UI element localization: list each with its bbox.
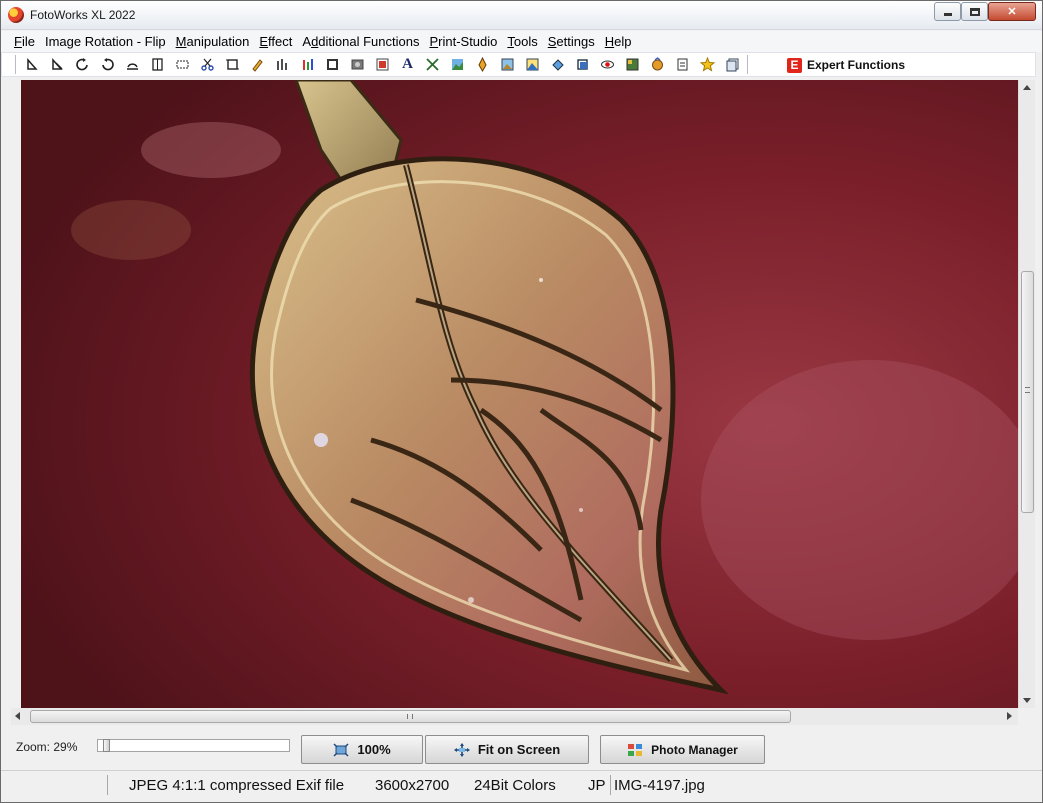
photo-leaf-image (21, 80, 1018, 708)
fill-icon[interactable] (545, 55, 570, 75)
text-icon[interactable]: A (395, 55, 420, 75)
crop-icon[interactable] (170, 55, 195, 75)
scroll-up-icon[interactable] (1023, 85, 1031, 90)
image-icon[interactable] (370, 55, 395, 75)
menu-tools[interactable]: Tools (502, 34, 542, 49)
expert-functions-label: Expert Functions (807, 58, 906, 72)
zoom-slider-handle[interactable] (102, 739, 110, 752)
color-balance-icon[interactable] (295, 55, 320, 75)
grip-icon (407, 714, 413, 719)
window-title: FotoWorks XL 2022 (30, 8, 136, 22)
horizontal-scrollbar[interactable] (11, 708, 1018, 725)
picture-icon[interactable] (495, 55, 520, 75)
menu-settings[interactable]: Settings (543, 34, 600, 49)
documents-icon[interactable] (720, 55, 745, 75)
minimize-button[interactable] (934, 2, 961, 21)
mountain-icon[interactable] (520, 55, 545, 75)
pen-icon[interactable] (470, 55, 495, 75)
status-divider (610, 775, 611, 795)
rotate-left-icon[interactable] (20, 55, 45, 75)
status-divider (107, 775, 108, 795)
zoom-label: Zoom: 29% (16, 740, 78, 754)
expert-icon: E (787, 57, 802, 73)
close-button[interactable]: ✕ (988, 2, 1036, 21)
menu-image-rotation-flip[interactable]: Image Rotation - Flip (40, 34, 171, 49)
landscape-icon[interactable] (445, 55, 470, 75)
close-icon: ✕ (1007, 6, 1017, 18)
stamp-icon[interactable] (670, 55, 695, 75)
red-eye-icon[interactable] (595, 55, 620, 75)
rotate-cw-icon[interactable] (95, 55, 120, 75)
scroll-right-icon[interactable] (1007, 712, 1012, 720)
status-colors: 24Bit Colors (474, 777, 556, 794)
menu-bar: File Image Rotation - Flip Manipulation … (1, 31, 1042, 52)
pencil-icon[interactable] (245, 55, 270, 75)
photo-manager-icon (628, 743, 643, 756)
rotate-ccw-icon[interactable] (70, 55, 95, 75)
rotate-right-icon[interactable] (45, 55, 70, 75)
menu-file[interactable]: File (9, 34, 40, 49)
fit-screen-icon (453, 742, 470, 757)
vertical-scrollbar[interactable] (1018, 80, 1035, 708)
resize-icon[interactable] (220, 55, 245, 75)
minimize-icon (943, 13, 952, 16)
zoom-slider[interactable] (97, 739, 290, 752)
menu-additional-functions[interactable]: Additional Functions (297, 34, 424, 49)
status-bar: JPEG 4:1:1 compressed Exif file 3600x270… (1, 770, 1042, 798)
scroll-down-icon[interactable] (1023, 698, 1031, 703)
vertical-scroll-thumb[interactable] (1021, 271, 1034, 513)
image-canvas[interactable] (21, 80, 1018, 708)
toolbar-separator (747, 55, 748, 74)
scissors-icon[interactable] (195, 55, 220, 75)
histogram-icon[interactable] (270, 55, 295, 75)
menu-help[interactable]: Help (600, 34, 637, 49)
fit-on-screen-label: Fit on Screen (477, 742, 561, 757)
photo-icon[interactable] (345, 55, 370, 75)
toolbar-separator (15, 55, 16, 74)
star-icon[interactable] (695, 55, 720, 75)
photo-manager-label: Photo Manager (651, 742, 738, 757)
app-window: FotoWorks XL 2022 ✕ File Image Rotation … (0, 0, 1043, 803)
grip-icon (1025, 387, 1030, 393)
photo-manager-button[interactable]: Photo Manager (600, 735, 765, 764)
expert-functions-button[interactable]: E Expert Functions (787, 56, 905, 74)
status-file-format: JPEG 4:1:1 compressed Exif file (129, 777, 345, 794)
flip-icon[interactable] (145, 55, 170, 75)
zoom-100-label: 100% (357, 742, 391, 757)
menu-print-studio[interactable]: Print-Studio (424, 34, 502, 49)
fit-on-screen-button[interactable]: Fit on Screen (425, 735, 589, 764)
horizontal-scroll-thumb[interactable] (30, 710, 791, 723)
toolbar: A E Expert Functions (1, 52, 1036, 77)
frame-icon[interactable] (320, 55, 345, 75)
brush-icon[interactable] (420, 55, 445, 75)
status-extension: JP (588, 777, 606, 794)
maximize-button[interactable] (961, 2, 988, 21)
tag-icon[interactable] (645, 55, 670, 75)
menu-effect[interactable]: Effect (254, 34, 297, 49)
collage-icon[interactable] (620, 55, 645, 75)
title-bar[interactable]: FotoWorks XL 2022 ✕ (1, 1, 1042, 30)
app-logo-icon[interactable] (8, 7, 24, 23)
menu-manipulation[interactable]: Manipulation (171, 34, 255, 49)
level-icon[interactable] (120, 55, 145, 75)
maximize-icon (969, 7, 980, 16)
zoom-100-button[interactable]: 100% (301, 735, 423, 764)
zoom-actual-size-icon (333, 742, 349, 757)
status-filename: IMG-4197.jpg (614, 777, 705, 794)
bottom-panel: Zoom: 29% 100% Fit on Screen Photo Manag… (1, 728, 1042, 769)
status-dimensions: 3600x2700 (375, 777, 450, 794)
scroll-left-icon[interactable] (15, 712, 20, 720)
shadow-icon[interactable] (570, 55, 595, 75)
